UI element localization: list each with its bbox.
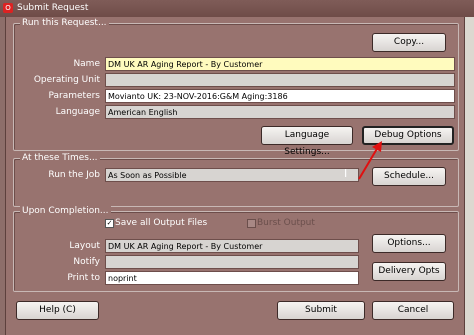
run-request-group-title: Run this Request... bbox=[20, 17, 109, 29]
layout-label: Layout bbox=[69, 241, 100, 251]
name-field[interactable]: DM UK AR Aging Report - By Customer bbox=[105, 57, 455, 71]
language-settings-button[interactable]: Language Settings... bbox=[261, 126, 353, 157]
text-cursor-icon: I bbox=[344, 167, 348, 180]
completion-group-title: Upon Completion... bbox=[20, 205, 111, 217]
burst-output-checkbox[interactable] bbox=[247, 219, 256, 228]
notify-field[interactable] bbox=[105, 255, 359, 269]
copy-button[interactable]: Copy... bbox=[372, 33, 446, 52]
save-all-checkbox[interactable]: ✓ bbox=[105, 219, 114, 228]
help-button[interactable]: Help (C) bbox=[16, 301, 99, 320]
burst-output-label: Burst Output bbox=[257, 218, 315, 228]
submit-button[interactable]: Submit bbox=[277, 301, 365, 320]
delivery-opts-button[interactable]: Delivery Opts bbox=[372, 262, 446, 281]
window-title: Submit Request bbox=[17, 3, 89, 13]
print-to-field[interactable]: noprint bbox=[105, 271, 359, 285]
title-bar[interactable]: O Submit Request bbox=[0, 0, 474, 17]
run-job-label: Run the Job bbox=[48, 170, 100, 180]
language-field[interactable]: American English bbox=[105, 105, 455, 119]
options-button[interactable]: Options... bbox=[372, 234, 446, 253]
operating-unit-label: Operating Unit bbox=[33, 75, 100, 85]
name-label: Name bbox=[73, 59, 100, 69]
language-label: Language bbox=[55, 107, 100, 117]
submit-request-dialog: Run this Request... Copy... Name DM UK A… bbox=[5, 17, 465, 335]
schedule-group-title: At these Times... bbox=[20, 152, 100, 164]
print-to-label: Print to bbox=[67, 273, 100, 283]
oracle-logo-icon: O bbox=[3, 3, 13, 13]
cancel-button[interactable]: Cancel bbox=[372, 301, 454, 320]
run-job-field[interactable]: As Soon as Possible bbox=[105, 168, 359, 182]
operating-unit-field[interactable] bbox=[105, 73, 455, 87]
save-all-label: Save all Output Files bbox=[115, 218, 208, 228]
parameters-label: Parameters bbox=[48, 91, 100, 101]
notify-label: Notify bbox=[73, 257, 100, 267]
parameters-field[interactable]: Movianto UK: 23-NOV-2016:G&M Aging:3186 bbox=[105, 89, 455, 103]
layout-field[interactable]: DM UK AR Aging Report - By Customer bbox=[105, 239, 359, 253]
annotation-arrow-icon bbox=[358, 141, 382, 180]
